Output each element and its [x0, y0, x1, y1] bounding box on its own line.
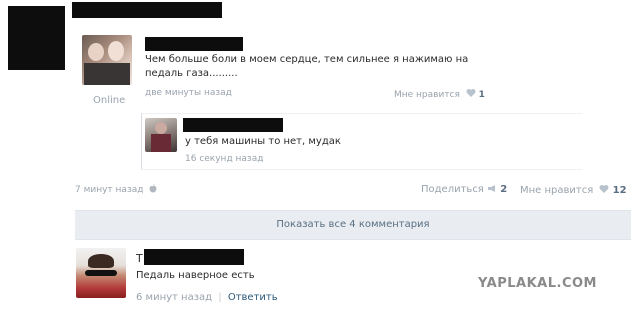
commenter-name[interactable] — [145, 37, 243, 51]
main-avatar[interactable] — [8, 6, 65, 70]
share-count: 2 — [500, 184, 508, 195]
comment2-avatar[interactable] — [76, 248, 126, 298]
comment2-author-name[interactable] — [144, 249, 244, 265]
reply-author-name[interactable] — [183, 118, 283, 132]
post-like-count: 12 — [612, 185, 627, 196]
separator: | — [218, 292, 222, 303]
megaphone-icon — [487, 184, 497, 193]
comment2-initial: Т — [136, 252, 143, 265]
reply-link[interactable]: Ответить — [228, 292, 278, 303]
reply-time[interactable]: 16 секунд назад — [185, 154, 263, 164]
post-time[interactable]: 7 минут назад — [75, 184, 157, 195]
main-author-name[interactable] — [72, 2, 222, 18]
post-like-label: Мне нравится — [520, 185, 594, 196]
commenter-avatar[interactable] — [82, 35, 132, 85]
reply-avatar[interactable] — [145, 118, 177, 152]
comment-time[interactable]: две минуты назад — [145, 88, 232, 98]
heart-icon — [599, 184, 609, 194]
heart-icon — [466, 88, 476, 98]
apple-icon — [149, 184, 157, 193]
comment-text: Чем больше боли в моем сердце, тем сильн… — [145, 54, 469, 79]
comment2-meta: 6 минут назад | Ответить — [136, 292, 278, 303]
like-label: Мне нравится — [394, 90, 460, 100]
share-label: Поделиться — [421, 184, 484, 195]
comment-like[interactable]: Мне нравится 1 — [394, 88, 485, 100]
online-status: Online — [93, 95, 126, 106]
show-all-comments-button[interactable]: Показать все 4 комментария — [75, 210, 631, 240]
post-time-text: 7 минут назад — [75, 185, 144, 195]
share-button[interactable]: Поделиться 2 — [421, 184, 507, 195]
reply-text: у тебя машины то нет, мудак — [185, 136, 341, 147]
comment2-time[interactable]: 6 минут назад — [136, 292, 212, 303]
comment2-text: Педаль наверное есть — [136, 270, 255, 281]
post-like-button[interactable]: Мне нравится 12 — [520, 184, 627, 196]
watermark: YAPLAKAL.COM — [478, 276, 597, 291]
like-count: 1 — [478, 90, 485, 100]
